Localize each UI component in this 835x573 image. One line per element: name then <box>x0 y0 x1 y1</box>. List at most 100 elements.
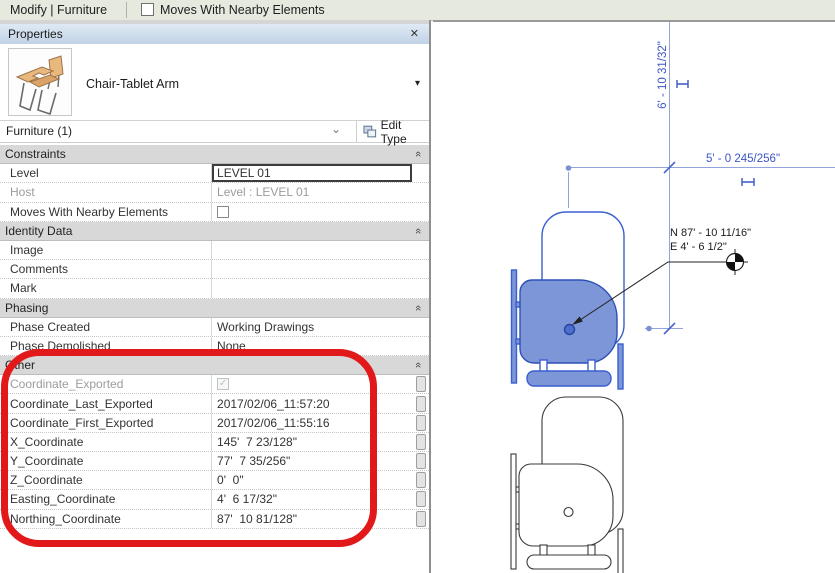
property-row-z-coordinate: Z_Coordinate0' 0" <box>0 471 429 490</box>
horizontal-dimension-text[interactable]: 5' - 0 245/256" <box>706 153 780 165</box>
section-collapse-icon[interactable]: « <box>412 305 424 311</box>
row-right-gutter <box>412 241 429 259</box>
property-row-level: LevelLEVEL 01 <box>0 164 429 183</box>
row-right-gutter <box>412 510 429 528</box>
section-title: Identity Data <box>0 224 72 238</box>
property-label: Z_Coordinate <box>0 471 212 489</box>
spot-east-text[interactable]: E 4' - 6 1/2" <box>670 241 727 253</box>
section-title: Phasing <box>0 301 48 315</box>
chair-top-view-selected[interactable] <box>512 212 625 389</box>
row-right-gutter <box>412 260 429 278</box>
property-value-phase-created[interactable]: Working Drawings <box>212 318 412 336</box>
witness-dot-bottom[interactable] <box>646 326 652 332</box>
row-right-gutter <box>412 452 429 470</box>
edit-type-button[interactable]: Edit Type <box>357 121 429 142</box>
moves-with-nearby-elements-label: Moves With Nearby Elements <box>160 0 325 20</box>
property-label: Northing_Coordinate <box>0 510 212 528</box>
property-row-x-coordinate: X_Coordinate145' 7 23/128" <box>0 433 429 452</box>
property-row-coordinate-last-exported: Coordinate_Last_Exported2017/02/06_11:57… <box>0 394 429 413</box>
associate-parameter-button[interactable] <box>416 376 426 392</box>
row-right-gutter <box>412 164 429 182</box>
modify-furniture-tab[interactable]: Modify | Furniture <box>10 0 107 20</box>
section-header-identity-data[interactable]: Identity Data « <box>0 222 429 241</box>
spot-north-text[interactable]: N 87' - 10 11/16" <box>670 227 751 239</box>
property-label: Host <box>0 183 212 201</box>
checkbox: ✓ <box>217 378 229 390</box>
associate-parameter-button[interactable] <box>416 396 426 412</box>
selector-row: Furniture (1) ⌄ Edit Type <box>0 120 429 143</box>
row-right-gutter <box>412 414 429 432</box>
row-right-gutter <box>412 318 429 336</box>
property-value-coordinate-first-exported[interactable]: 2017/02/06_11:55:16 <box>212 414 412 432</box>
property-label: Comments <box>0 260 212 278</box>
property-value-mark[interactable] <box>212 279 412 297</box>
element-filter-label: Furniture (1) <box>6 124 72 138</box>
element-filter-select[interactable]: Furniture (1) ⌄ <box>0 121 356 142</box>
property-value-phase-demolished[interactable]: None <box>212 337 412 355</box>
section-collapse-icon[interactable]: « <box>412 228 424 234</box>
property-label: Easting_Coordinate <box>0 490 212 508</box>
property-row-easting-coordinate: Easting_Coordinate4' 6 17/32" <box>0 490 429 509</box>
section-collapse-icon[interactable]: « <box>412 362 424 368</box>
chair-seat[interactable] <box>519 464 613 546</box>
property-row-moves-with-nearby-elements: Moves With Nearby Elements <box>0 203 429 222</box>
property-value-x-coordinate[interactable]: 145' 7 23/128" <box>212 433 412 451</box>
dimension-grip-horizontal[interactable] <box>742 178 754 186</box>
property-label: Y_Coordinate <box>0 452 212 470</box>
associate-parameter-button[interactable] <box>416 511 426 527</box>
section-header-constraints[interactable]: Constraints« <box>0 145 429 164</box>
property-value-z-coordinate[interactable]: 0' 0" <box>212 471 412 489</box>
associate-parameter-button[interactable] <box>416 491 426 507</box>
property-value-image[interactable] <box>212 241 412 259</box>
type-name: Chair-Tablet Arm <box>86 77 179 91</box>
property-value-easting-coordinate[interactable]: 4' 6 17/32" <box>212 490 412 508</box>
section-collapse-icon[interactable]: « <box>412 151 424 157</box>
row-right-gutter <box>412 375 429 393</box>
row-right-gutter <box>412 394 429 412</box>
chair-seat[interactable] <box>520 280 617 363</box>
row-right-gutter <box>412 203 429 221</box>
row-right-gutter <box>412 279 429 297</box>
section-header-phasing[interactable]: Phasing « <box>0 299 429 318</box>
combo-chevron-icon[interactable]: ⌄ <box>331 119 341 139</box>
row-right-gutter <box>412 471 429 489</box>
witness-dot-top[interactable] <box>566 165 572 171</box>
property-label: Coordinate_Last_Exported <box>0 394 212 412</box>
property-row-northing-coordinate: Northing_Coordinate87' 10 81/128" <box>0 510 429 529</box>
property-value-moves-with-nearby-elements[interactable] <box>212 203 412 221</box>
moves-with-nearby-elements-checkbox[interactable] <box>141 3 154 16</box>
property-row-image: Image <box>0 241 429 260</box>
properties-titlebar[interactable]: Properties ✕ <box>0 24 429 44</box>
chair-icon <box>9 49 71 115</box>
chair-center-point[interactable] <box>565 325 575 335</box>
property-label: Level <box>0 164 212 182</box>
property-value-coordinate-exported: ✓ <box>212 375 412 393</box>
property-row-phase-demolished: Phase DemolishedNone <box>0 337 429 356</box>
property-label: Image <box>0 241 212 259</box>
drawing-canvas[interactable]: 6' - 10 31/32" 5' - 0 245/256" <box>433 20 835 573</box>
properties-title: Properties <box>8 24 63 44</box>
checkbox[interactable] <box>217 206 229 218</box>
associate-parameter-button[interactable] <box>416 472 426 488</box>
chair-top-view[interactable] <box>511 397 623 573</box>
associate-parameter-button[interactable] <box>416 453 426 469</box>
property-value-coordinate-last-exported[interactable]: 2017/02/06_11:57:20 <box>212 394 412 412</box>
property-row-host: HostLevel : LEVEL 01 <box>0 183 429 202</box>
associate-parameter-button[interactable] <box>416 415 426 431</box>
property-label: Coordinate_First_Exported <box>0 414 212 432</box>
row-right-gutter <box>412 183 429 201</box>
type-selector-dropdown-icon[interactable]: ▾ <box>415 78 420 89</box>
property-value-level[interactable]: LEVEL 01 <box>212 164 412 182</box>
dimension-grip-vertical[interactable] <box>677 80 688 88</box>
property-label: Coordinate_Exported <box>0 375 212 393</box>
property-label: Phase Created <box>0 318 212 336</box>
property-value-y-coordinate[interactable]: 77' 7 35/256" <box>212 452 412 470</box>
section-header-other[interactable]: Other« <box>0 356 429 375</box>
property-value-comments[interactable] <box>212 260 412 278</box>
edit-type-icon <box>363 125 377 138</box>
associate-parameter-button[interactable] <box>416 434 426 450</box>
close-icon[interactable]: ✕ <box>410 24 419 44</box>
vertical-dimension-text[interactable]: 6' - 10 31/32" <box>657 41 669 109</box>
property-value-northing-coordinate[interactable]: 87' 10 81/128" <box>212 510 412 528</box>
property-row-comments: Comments <box>0 260 429 279</box>
